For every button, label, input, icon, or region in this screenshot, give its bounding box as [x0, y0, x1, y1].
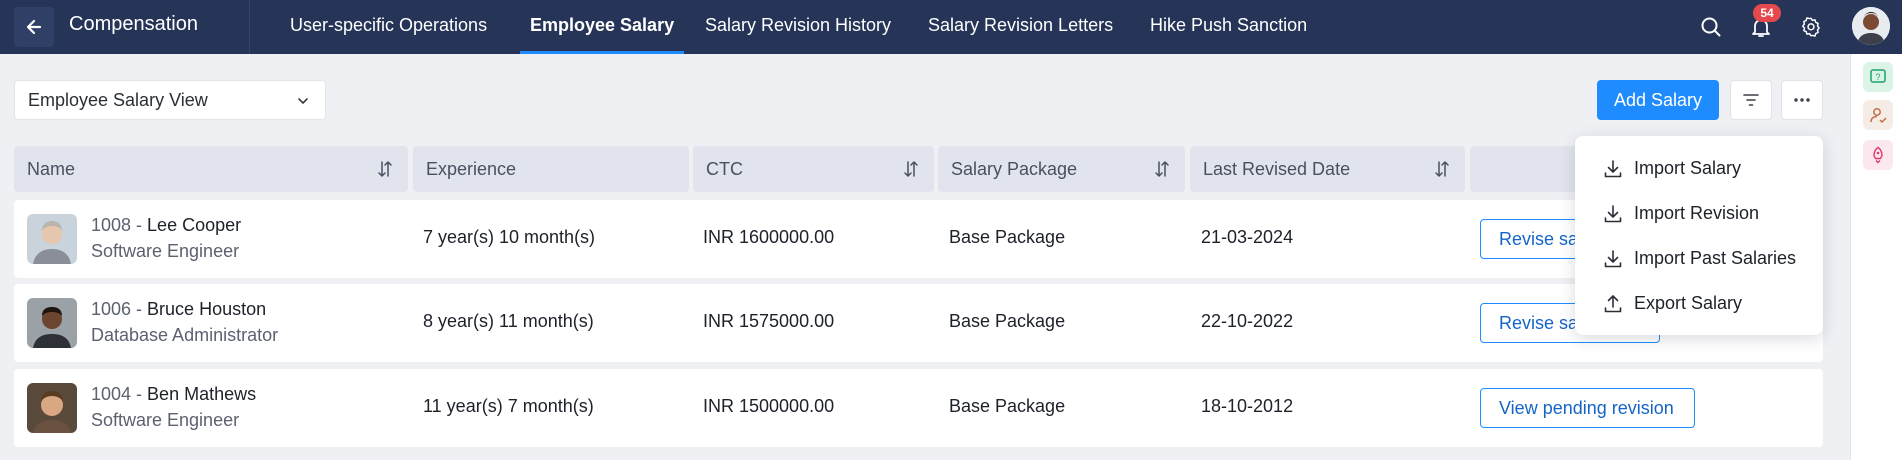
upload-icon [1604, 294, 1622, 312]
tab-salary-revision-history[interactable]: Salary Revision History [705, 0, 891, 54]
employee-title: 1004 - Ben Mathews [91, 384, 257, 404]
table-row[interactable]: 1008 - Lee Cooper Software Engineer 7 ye… [14, 200, 1823, 278]
rocket-icon[interactable] [1863, 140, 1893, 170]
menu-item-export-salary[interactable]: Export Salary [1575, 281, 1823, 326]
sort-icon[interactable] [376, 159, 394, 179]
column-header-salary-package: Salary Package [938, 146, 1185, 192]
employee-id: 1006 [91, 299, 132, 319]
filter-button[interactable] [1730, 80, 1772, 120]
employee-id: 1008 [91, 215, 132, 235]
menu-item-label: Import Salary [1634, 158, 1742, 178]
more-horizontal-icon [1794, 98, 1810, 102]
salary-package-cell: Base Package [949, 227, 1066, 247]
more-options-menu: Import Salary Import Revision Import Pas… [1575, 136, 1823, 335]
tab-employee-salary[interactable]: Employee Salary [519, 0, 685, 54]
svg-text:?: ? [1875, 72, 1880, 82]
app-title: Compensation [69, 13, 198, 35]
tab-hike-push-sanction[interactable]: Hike Push Sanction [1150, 0, 1307, 54]
employee-title: 1006 - Bruce Houston [91, 299, 267, 319]
download-icon [1604, 204, 1622, 222]
filter-icon [1743, 94, 1759, 106]
employee-avatar [27, 298, 77, 348]
column-label: CTC [706, 158, 743, 179]
table-row[interactable]: 1004 - Ben Mathews Software Engineer 11 … [14, 369, 1823, 447]
menu-item-label: Import Past Salaries [1634, 248, 1797, 268]
top-navigation-bar: Compensation User-specific Operations Em… [0, 0, 1902, 54]
menu-item-import-salary[interactable]: Import Salary [1575, 146, 1823, 191]
salary-package-cell: Base Package [949, 311, 1066, 331]
tab-user-specific-operations[interactable]: User-specific Operations [290, 0, 487, 54]
ctc-cell: INR 1600000.00 [703, 227, 835, 247]
view-select-value: Employee Salary View [28, 89, 208, 110]
gear-icon[interactable] [1796, 12, 1826, 42]
tab-salary-revision-letters[interactable]: Salary Revision Letters [928, 0, 1113, 54]
column-header-ctc: CTC [693, 146, 934, 192]
add-salary-button[interactable]: Add Salary [1597, 80, 1719, 120]
last-revised-date-cell: 21-03-2024 [1201, 227, 1294, 247]
employee-role: Software Engineer [91, 241, 240, 261]
right-side-rail: ? [1850, 54, 1902, 460]
download-icon [1604, 159, 1622, 177]
sort-icon[interactable] [902, 159, 920, 179]
view-pending-revision-button[interactable]: View pending revision [1480, 388, 1695, 428]
sort-icon[interactable] [1153, 159, 1171, 179]
user-profile-icon[interactable] [1863, 100, 1893, 130]
menu-item-import-revision[interactable]: Import Revision [1575, 191, 1823, 236]
employee-name[interactable]: Lee Cooper [147, 215, 241, 235]
menu-item-import-past-salaries[interactable]: Import Past Salaries [1575, 236, 1823, 281]
experience-cell: 7 year(s) 10 month(s) [423, 227, 596, 247]
ctc-cell: INR 1575000.00 [703, 311, 835, 331]
menu-item-label: Import Revision [1634, 203, 1760, 223]
column-header-last-revised-date: Last Revised Date [1190, 146, 1465, 192]
ctc-cell: INR 1500000.00 [703, 396, 835, 416]
employee-avatar [27, 383, 77, 433]
employee-name[interactable]: Ben Mathews [147, 384, 256, 404]
column-header-experience: Experience [413, 146, 689, 192]
last-revised-date-cell: 18-10-2012 [1201, 396, 1294, 416]
view-select-dropdown[interactable]: Employee Salary View [14, 80, 326, 120]
back-button[interactable] [14, 7, 54, 47]
help-icon[interactable]: ? [1863, 62, 1893, 92]
employee-name[interactable]: Bruce Houston [147, 299, 266, 319]
arrow-left-icon [26, 19, 42, 35]
experience-cell: 11 year(s) 7 month(s) [423, 396, 594, 416]
table-row[interactable]: 1006 - Bruce Houston Database Administra… [14, 284, 1823, 362]
column-label: Name [27, 158, 76, 179]
employee-avatar [27, 214, 77, 264]
notification-badge: 54 [1753, 4, 1781, 22]
divider [249, 0, 250, 54]
download-icon [1604, 249, 1622, 267]
user-avatar[interactable] [1852, 7, 1890, 45]
salary-package-cell: Base Package [949, 396, 1066, 416]
employee-id: 1004 [91, 384, 132, 404]
search-icon[interactable] [1696, 12, 1726, 42]
last-revised-date-cell: 22-10-2022 [1201, 311, 1294, 331]
experience-cell: 8 year(s) 11 month(s) [423, 311, 594, 331]
employee-title: 1008 - Lee Cooper [91, 215, 242, 235]
employee-role: Software Engineer [91, 410, 240, 430]
chevron-down-icon [298, 98, 308, 104]
more-options-button[interactable] [1781, 80, 1823, 120]
menu-item-label: Export Salary [1634, 293, 1743, 313]
employee-role: Database Administrator [91, 325, 279, 345]
column-label: Experience [426, 158, 517, 179]
column-header-name: Name [14, 146, 408, 192]
column-label: Salary Package [951, 158, 1078, 179]
column-label: Last Revised Date [1203, 158, 1351, 179]
sort-icon[interactable] [1433, 159, 1451, 179]
